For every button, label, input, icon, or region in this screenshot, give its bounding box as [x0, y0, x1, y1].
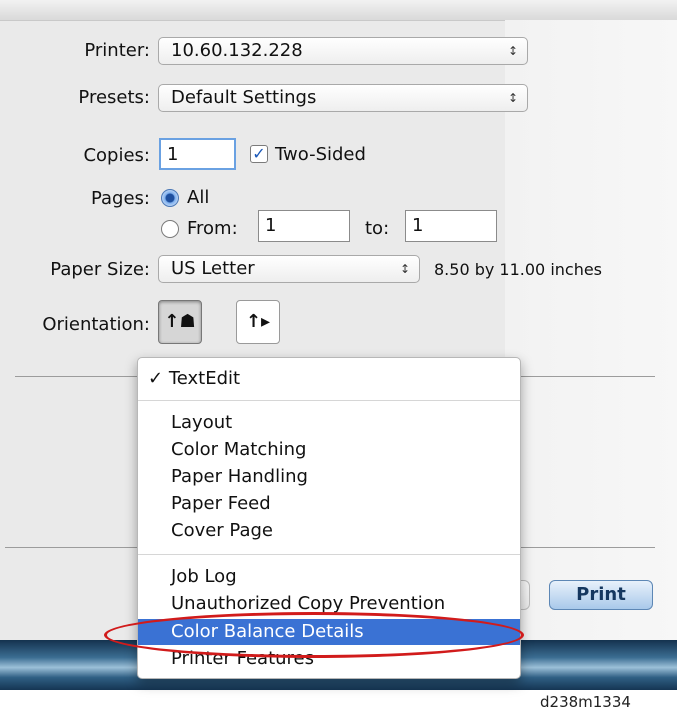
menu-separator [138, 400, 520, 401]
two-sided-label: Two-Sided [275, 144, 366, 165]
printer-popup[interactable]: 10.60.132.228 ↕ [158, 37, 528, 65]
presets-label: Presets: [78, 87, 150, 108]
two-sided-checkbox[interactable]: ✓ [250, 145, 268, 163]
pages-to-label: to: [365, 218, 390, 239]
menu-item-textedit[interactable]: ✓ TextEdit [138, 366, 520, 392]
pages-all-label: All [187, 187, 210, 208]
portrait-icon: ↑☗ [164, 311, 196, 332]
orientation-landscape-button[interactable]: ↑▸ [236, 300, 280, 344]
popup-arrows-icon: ↕ [507, 44, 518, 58]
menu-item-color-matching[interactable]: Color Matching [138, 437, 520, 463]
pages-from-field[interactable]: 1 [258, 210, 350, 242]
printer-value: 10.60.132.228 [171, 40, 303, 61]
orientation-portrait-button[interactable]: ↑☗ [158, 300, 202, 344]
copies-label: Copies: [83, 145, 150, 166]
print-button[interactable]: Print [549, 580, 653, 610]
figure-caption: d238m1334 [540, 693, 631, 711]
menu-item-job-log[interactable]: Job Log [138, 564, 520, 590]
dialog-top-strip [0, 0, 677, 21]
landscape-icon: ↑▸ [245, 311, 271, 332]
menu-item-layout[interactable]: Layout [138, 410, 520, 436]
menu-item-paper-handling[interactable]: Paper Handling [138, 464, 520, 490]
paper-size-label: Paper Size: [50, 259, 150, 280]
presets-popup[interactable]: Default Settings ↕ [158, 84, 528, 112]
menu-separator [138, 554, 520, 555]
pages-from-label: From: [187, 218, 238, 239]
paper-size-dimensions: 8.50 by 11.00 inches [434, 260, 603, 279]
popup-arrows-icon: ↕ [399, 262, 410, 276]
pages-label: Pages: [90, 188, 150, 209]
pages-from-radio[interactable] [161, 220, 179, 238]
copies-field[interactable]: 1 [159, 138, 236, 170]
highlight-oval [104, 612, 524, 658]
pages-all-radio[interactable] [161, 189, 179, 207]
paper-size-popup[interactable]: US Letter ↕ [158, 255, 420, 283]
orientation-label: Orientation: [42, 314, 150, 335]
check-icon: ✓ [148, 368, 169, 389]
pages-to-field[interactable]: 1 [405, 210, 497, 242]
menu-item-paper-feed[interactable]: Paper Feed [138, 491, 520, 517]
paper-size-value: US Letter [171, 258, 255, 279]
popup-arrows-icon: ↕ [507, 91, 518, 105]
menu-item-cover-page[interactable]: Cover Page [138, 518, 520, 544]
printer-label: Printer: [84, 40, 150, 61]
presets-value: Default Settings [171, 87, 317, 108]
